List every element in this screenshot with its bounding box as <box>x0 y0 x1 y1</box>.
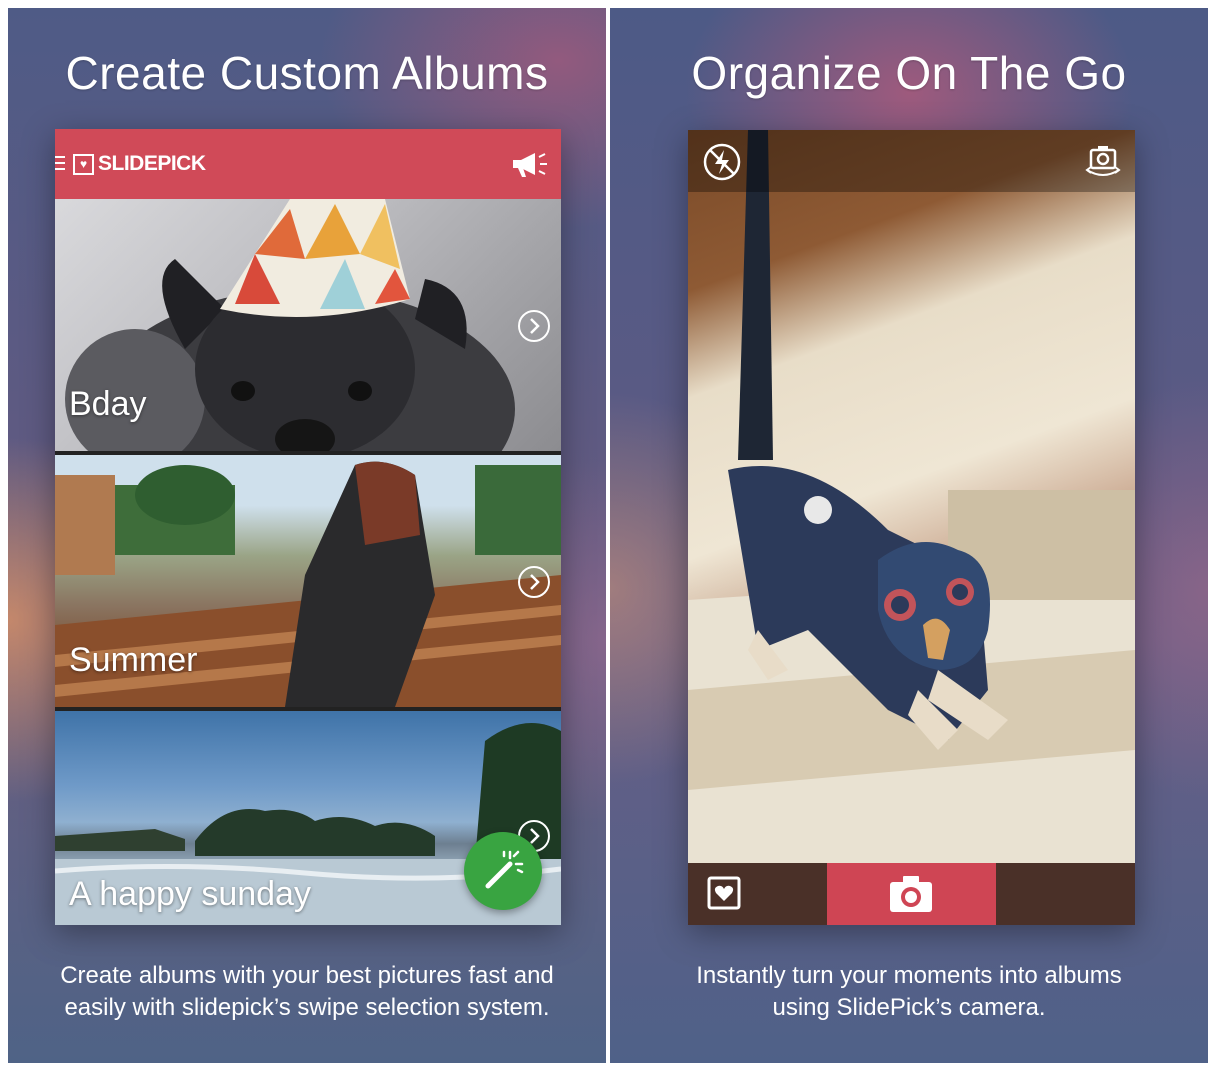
menu-icon[interactable] <box>55 156 65 172</box>
camera-viewfinder <box>688 130 1135 863</box>
shutter-button[interactable] <box>827 863 996 925</box>
caption-line: Instantly turn your moments into albums <box>696 962 1122 989</box>
app-screenshot-camera <box>688 130 1135 925</box>
caption: Create albums with your best pictures fa… <box>18 960 596 1024</box>
heart-logo-icon: ♥ <box>73 153 94 175</box>
promo-panel-camera: Organize On The Go Instantly turn your m… <box>610 8 1208 1063</box>
app-screenshot-albums: ♥ SLIDEPICK Bday Summer A happy sunday <box>55 129 561 925</box>
album-title: Summer <box>69 641 198 679</box>
camera-bottom-bar <box>688 863 1135 925</box>
camera-icon <box>890 876 932 912</box>
camera-top-bar <box>688 130 1135 192</box>
chevron-right-icon[interactable] <box>517 565 551 599</box>
switch-camera-icon[interactable] <box>1081 140 1125 184</box>
caption-line: easily with slidepick’s swipe selection … <box>64 994 550 1021</box>
flash-off-icon[interactable] <box>702 142 742 182</box>
chevron-right-icon[interactable] <box>517 309 551 343</box>
magic-wand-button[interactable] <box>464 832 542 910</box>
app-top-bar: ♥ SLIDEPICK <box>55 129 561 199</box>
caption: Instantly turn your moments into albums … <box>620 960 1198 1024</box>
headline: Organize On The Go <box>691 47 1127 99</box>
app-logo: ♥ SLIDEPICK <box>73 151 206 177</box>
headline: Create Custom Albums <box>65 47 549 99</box>
megaphone-icon[interactable] <box>509 149 551 179</box>
album-title: A happy sunday <box>69 875 311 913</box>
caption-line: using SlidePick’s camera. <box>772 994 1046 1021</box>
album-card-bday[interactable]: Bday <box>55 199 561 451</box>
viewfinder-photo-cat-figurine <box>688 130 1135 863</box>
caption-line: Create albums with your best pictures fa… <box>60 962 554 989</box>
album-title: Bday <box>69 385 147 423</box>
album-card-summer[interactable]: Summer <box>55 455 561 707</box>
gallery-icon[interactable] <box>706 875 742 911</box>
magic-wand-icon <box>485 850 524 889</box>
app-brand-name: SLIDEPICK <box>98 152 206 175</box>
promo-panel-albums: Create Custom Albums ♥ SLIDEPICK Bday Su… <box>8 8 606 1063</box>
